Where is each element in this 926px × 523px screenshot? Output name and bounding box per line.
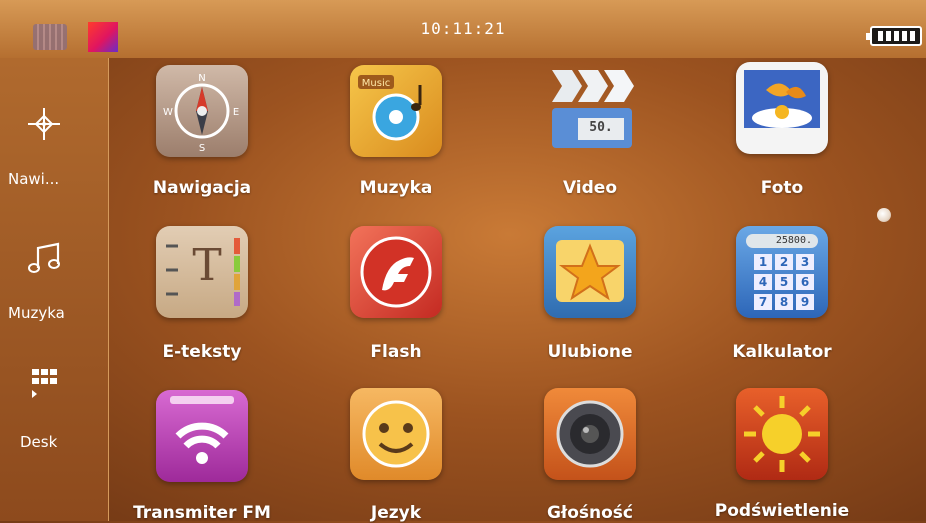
calculator-key: 4 xyxy=(754,274,772,290)
ebook-icon: T xyxy=(156,226,248,318)
svg-text:E: E xyxy=(233,107,239,118)
app-label: Muzyka xyxy=(359,178,433,198)
app-ulubione[interactable]: Ulubione xyxy=(490,226,690,362)
calculator-key: 8 xyxy=(775,294,793,310)
clock: 10:11:21 xyxy=(420,19,506,38)
calculator-key: 7 xyxy=(754,294,772,310)
star-icon xyxy=(544,226,636,318)
photo-icon xyxy=(736,62,828,154)
video-counter: 50. xyxy=(589,120,613,135)
fm-transmitter-icon xyxy=(156,390,248,482)
app-e-teksty[interactable]: T E-teksty xyxy=(102,226,302,362)
app-jezyk[interactable]: Jezyk xyxy=(296,388,496,523)
status-bar: 10:11:21 xyxy=(0,0,926,58)
flash-icon xyxy=(350,226,442,318)
music-icon: Music xyxy=(350,65,442,157)
app-glosnosc[interactable]: Głośność xyxy=(490,388,690,523)
svg-text:S: S xyxy=(199,143,205,154)
compass-icon: N S W E xyxy=(156,65,248,157)
grid-icon xyxy=(32,369,57,398)
speaker-icon xyxy=(544,388,636,480)
app-label: Transmiter FM xyxy=(133,503,271,523)
sidebar-item-label: Nawi... xyxy=(8,170,60,188)
app-flash[interactable]: Flash xyxy=(296,226,496,362)
app-foto[interactable]: Foto xyxy=(682,62,882,198)
ebook-letter: T xyxy=(192,240,222,291)
sidebar-item-label: Muzyka xyxy=(8,304,65,322)
page-indicator-dot[interactable] xyxy=(877,208,891,222)
app-label: E-teksty xyxy=(162,342,242,362)
app-nawigacja[interactable]: N S W E Nawigacja xyxy=(102,65,302,198)
app-label: Podświetlenie xyxy=(714,501,850,521)
app-kalkulator[interactable]: 25800. 1 2 3 4 5 6 7 8 9 Kalkulator xyxy=(682,226,882,362)
calculator-key: 2 xyxy=(775,254,793,270)
sidebar: Nawi... Muzyka Desk xyxy=(0,58,109,521)
svg-text:Music: Music xyxy=(362,78,390,89)
app-label: Nawigacja xyxy=(152,178,252,198)
smiley-icon xyxy=(350,388,442,480)
app-video[interactable]: 50. Video xyxy=(490,62,690,198)
app-label: Ulubione xyxy=(547,342,633,362)
svg-text:N: N xyxy=(198,73,205,84)
app-label: Kalkulator xyxy=(732,342,832,362)
app-podswietlenie[interactable]: Podświetlenie xyxy=(682,388,882,521)
app-label: Foto xyxy=(760,178,804,198)
calculator-key: 3 xyxy=(796,254,814,270)
app-muzyka[interactable]: Music Muzyka xyxy=(296,65,496,198)
battery-icon xyxy=(866,26,922,46)
music-note-icon xyxy=(28,242,60,273)
navigation-icon xyxy=(28,108,60,140)
app-label: Głośność xyxy=(546,503,634,523)
app-label: Flash xyxy=(370,342,422,362)
sun-icon xyxy=(736,388,828,480)
app-label: Jezyk xyxy=(370,503,422,523)
calculator-key: 9 xyxy=(796,294,814,310)
app-transmiter-fm[interactable]: Transmiter FM xyxy=(102,390,302,523)
svg-text:W: W xyxy=(163,107,173,118)
calculator-key: 1 xyxy=(754,254,772,270)
calculator-display: 25800. xyxy=(746,234,818,248)
calculator-icon: 25800. 1 2 3 4 5 6 7 8 9 xyxy=(736,226,828,318)
video-icon: 50. xyxy=(544,62,636,154)
sidebar-item-label: Desk xyxy=(20,433,58,451)
calculator-key: 6 xyxy=(796,274,814,290)
calculator-key: 5 xyxy=(775,274,793,290)
app-label: Video xyxy=(562,178,618,198)
